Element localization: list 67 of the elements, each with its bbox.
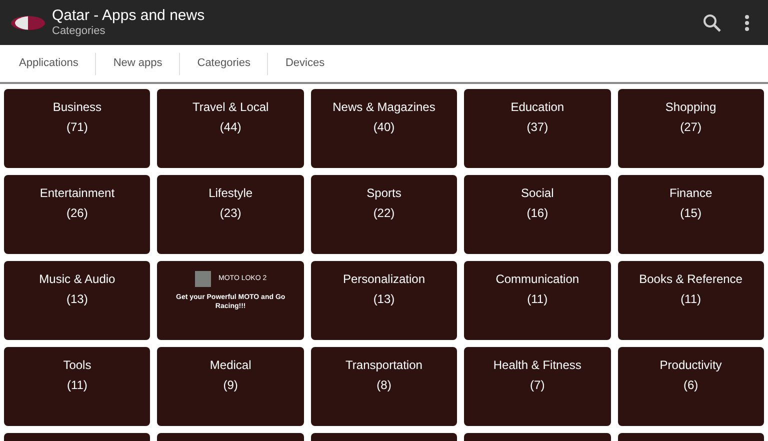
category-count: (13) <box>373 291 395 307</box>
app-subtitle: Categories <box>52 25 106 38</box>
category-count: (71) <box>66 119 88 135</box>
category-name: Productivity <box>660 357 722 373</box>
category-count: (7) <box>530 377 545 393</box>
category-count: (27) <box>680 119 702 135</box>
category-tile[interactable]: Health & Fitness (7) <box>464 347 611 426</box>
category-name: Communication <box>496 271 580 287</box>
category-count: (11) <box>66 377 88 393</box>
tab[interactable]: Categories <box>180 55 268 72</box>
category-tile[interactable]: Personalization (13) <box>310 261 458 340</box>
category-tile[interactable]: Medical (9) <box>157 347 304 426</box>
category-tile[interactable]: News & Magazines (40) <box>310 89 458 168</box>
category-name: Health & Fitness <box>493 357 582 373</box>
tab[interactable]: Devices <box>268 55 342 72</box>
category-count: (37) <box>526 119 548 135</box>
flag-logo-icon <box>10 14 46 30</box>
category-name: Tools <box>63 357 92 373</box>
category-tile[interactable]: Productivity (6) <box>618 347 764 426</box>
category-count: (6) <box>683 377 698 393</box>
category-count: (23) <box>220 205 242 221</box>
category-count: (26) <box>66 205 88 221</box>
category-name: News & Magazines <box>332 99 436 115</box>
category-name: Personalization <box>342 271 426 287</box>
app-thumbnail <box>194 271 211 287</box>
category-tile[interactable]: Lifestyle (23) <box>157 175 304 254</box>
category-count: (22) <box>373 205 395 221</box>
category-count: (16) <box>526 205 548 221</box>
category-name: Finance <box>669 185 712 201</box>
category-name: Lifestyle <box>208 185 253 201</box>
category-name: Transportation <box>346 357 422 373</box>
tab[interactable]: Applications <box>2 55 96 72</box>
category-count: (44) <box>220 119 242 135</box>
category-tile[interactable]: Education (37) <box>464 89 611 168</box>
category-tile[interactable]: Social (16) <box>464 175 611 254</box>
more-menu-icon[interactable] <box>744 14 750 32</box>
category-tile[interactable]: Books & Reference (11) <box>618 261 764 340</box>
category-tile[interactable]: Sports (22) <box>310 175 458 254</box>
category-name: Education <box>510 99 564 115</box>
category-count: (9) <box>223 377 238 393</box>
search-icon[interactable] <box>702 12 722 32</box>
category-tile[interactable]: Business (71) <box>4 89 150 168</box>
category-name: Music & Audio <box>39 271 116 287</box>
category-name: Business <box>52 99 102 115</box>
category-tile[interactable]: Entertainment (26) <box>4 175 150 254</box>
category-tile[interactable]: Transportation (8) <box>310 347 458 426</box>
category-count: (11) <box>527 291 548 307</box>
category-name: Sports <box>366 185 402 201</box>
category-count: (11) <box>680 291 702 307</box>
category-name: Books & Reference <box>639 271 742 287</box>
app-title: Qatar - Apps and news <box>52 7 205 25</box>
category-name: Entertainment <box>40 185 115 201</box>
category-count: (8) <box>376 377 392 393</box>
category-name: Shopping <box>665 99 716 115</box>
category-count: (15) <box>680 205 702 221</box>
category-name: Social <box>521 185 554 201</box>
category-tile[interactable]: Travel & Local (44) <box>157 89 304 168</box>
category-tile[interactable]: Shopping (27) <box>618 89 764 168</box>
category-tile[interactable]: Communication (11) <box>464 261 611 340</box>
category-count: (40) <box>373 119 395 135</box>
category-name: Travel & Local <box>192 99 269 115</box>
category-tile[interactable]: Finance (15) <box>618 175 764 254</box>
tab[interactable]: New apps <box>96 55 180 72</box>
category-count: (13) <box>66 291 88 307</box>
category-name: Medical <box>210 357 252 373</box>
category-tile[interactable]: Music & Audio (13) <box>4 261 150 340</box>
category-tile[interactable]: Tools (11) <box>4 347 150 426</box>
